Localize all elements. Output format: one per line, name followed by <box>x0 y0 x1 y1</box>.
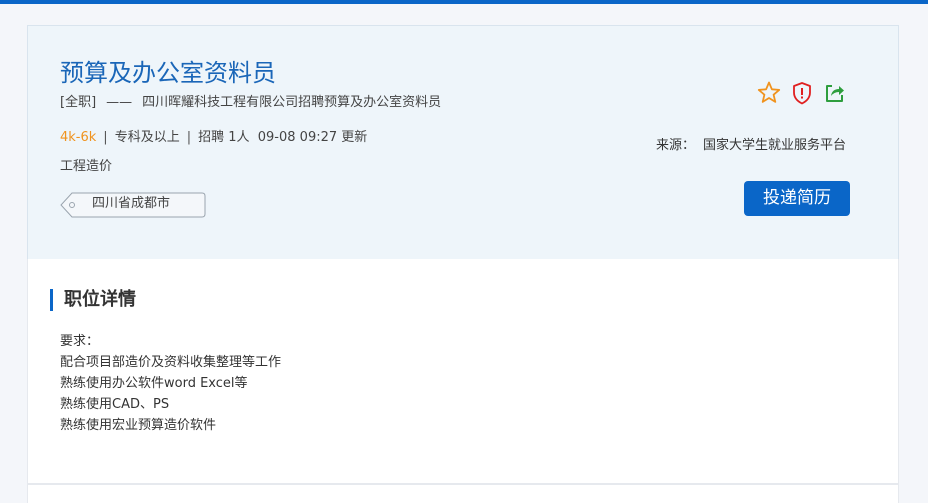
job-type: [全职] <box>60 95 97 110</box>
education: 专科及以上 <box>114 130 180 145</box>
source-value: 国家大学生就业服务平台 <box>702 138 846 153</box>
requirement-line: 熟练使用宏业预算造价软件 <box>60 418 217 433</box>
subline-dash: —— <box>106 95 133 110</box>
meta-separator: | <box>103 130 108 145</box>
section-title: 职位详情 <box>50 289 136 311</box>
salary: 4k-6k <box>60 130 97 145</box>
job-detail-section: 职位详情 要求： 配合项目部造价及资料收集整理等工作 熟练使用办公软件word … <box>27 259 899 484</box>
job-title: 预算及办公室资料员 <box>60 59 276 87</box>
share-icon[interactable] <box>822 80 848 106</box>
requirement-line: 要求： <box>60 334 100 349</box>
updated-time: 09-08 09:27 更新 <box>257 130 368 145</box>
requirements: 要求： 配合项目部造价及资料收集整理等工作 熟练使用办公软件word Excel… <box>60 331 281 436</box>
shield-icon[interactable] <box>789 80 815 106</box>
location-tag: 四川省成都市 <box>60 192 206 218</box>
location-text: 四川省成都市 <box>92 196 171 211</box>
job-subline: [全职] —— 四川晖耀科技工程有限公司招聘预算及办公室资料员 <box>60 94 441 112</box>
headcount: 招聘 1人 <box>198 130 250 145</box>
company-line[interactable]: 四川晖耀科技工程有限公司招聘预算及办公室资料员 <box>142 95 441 110</box>
source-info: 来源： 国家大学生就业服务平台 <box>656 137 846 155</box>
requirement-line: 熟练使用CAD、PS <box>60 397 170 412</box>
job-category: 工程造价 <box>60 159 113 174</box>
source-label: 来源： <box>655 138 695 153</box>
star-icon[interactable] <box>756 80 782 106</box>
requirement-line: 熟练使用办公软件word Excel等 <box>60 376 248 391</box>
action-icons <box>756 80 848 106</box>
apply-resume-button[interactable]: 投递简历 <box>744 181 850 216</box>
job-meta: 4k-6k | 专科及以上 | 招聘 1人 09-08 09:27 更新 <box>60 129 367 147</box>
next-section <box>27 484 899 503</box>
meta-separator: | <box>186 130 192 145</box>
top-accent-bar <box>0 0 928 4</box>
requirement-line: 配合项目部造价及资料收集整理等工作 <box>60 355 282 370</box>
job-summary-card: 预算及办公室资料员 [全职] —— 四川晖耀科技工程有限公司招聘预算及办公室资料员 … <box>27 25 899 260</box>
